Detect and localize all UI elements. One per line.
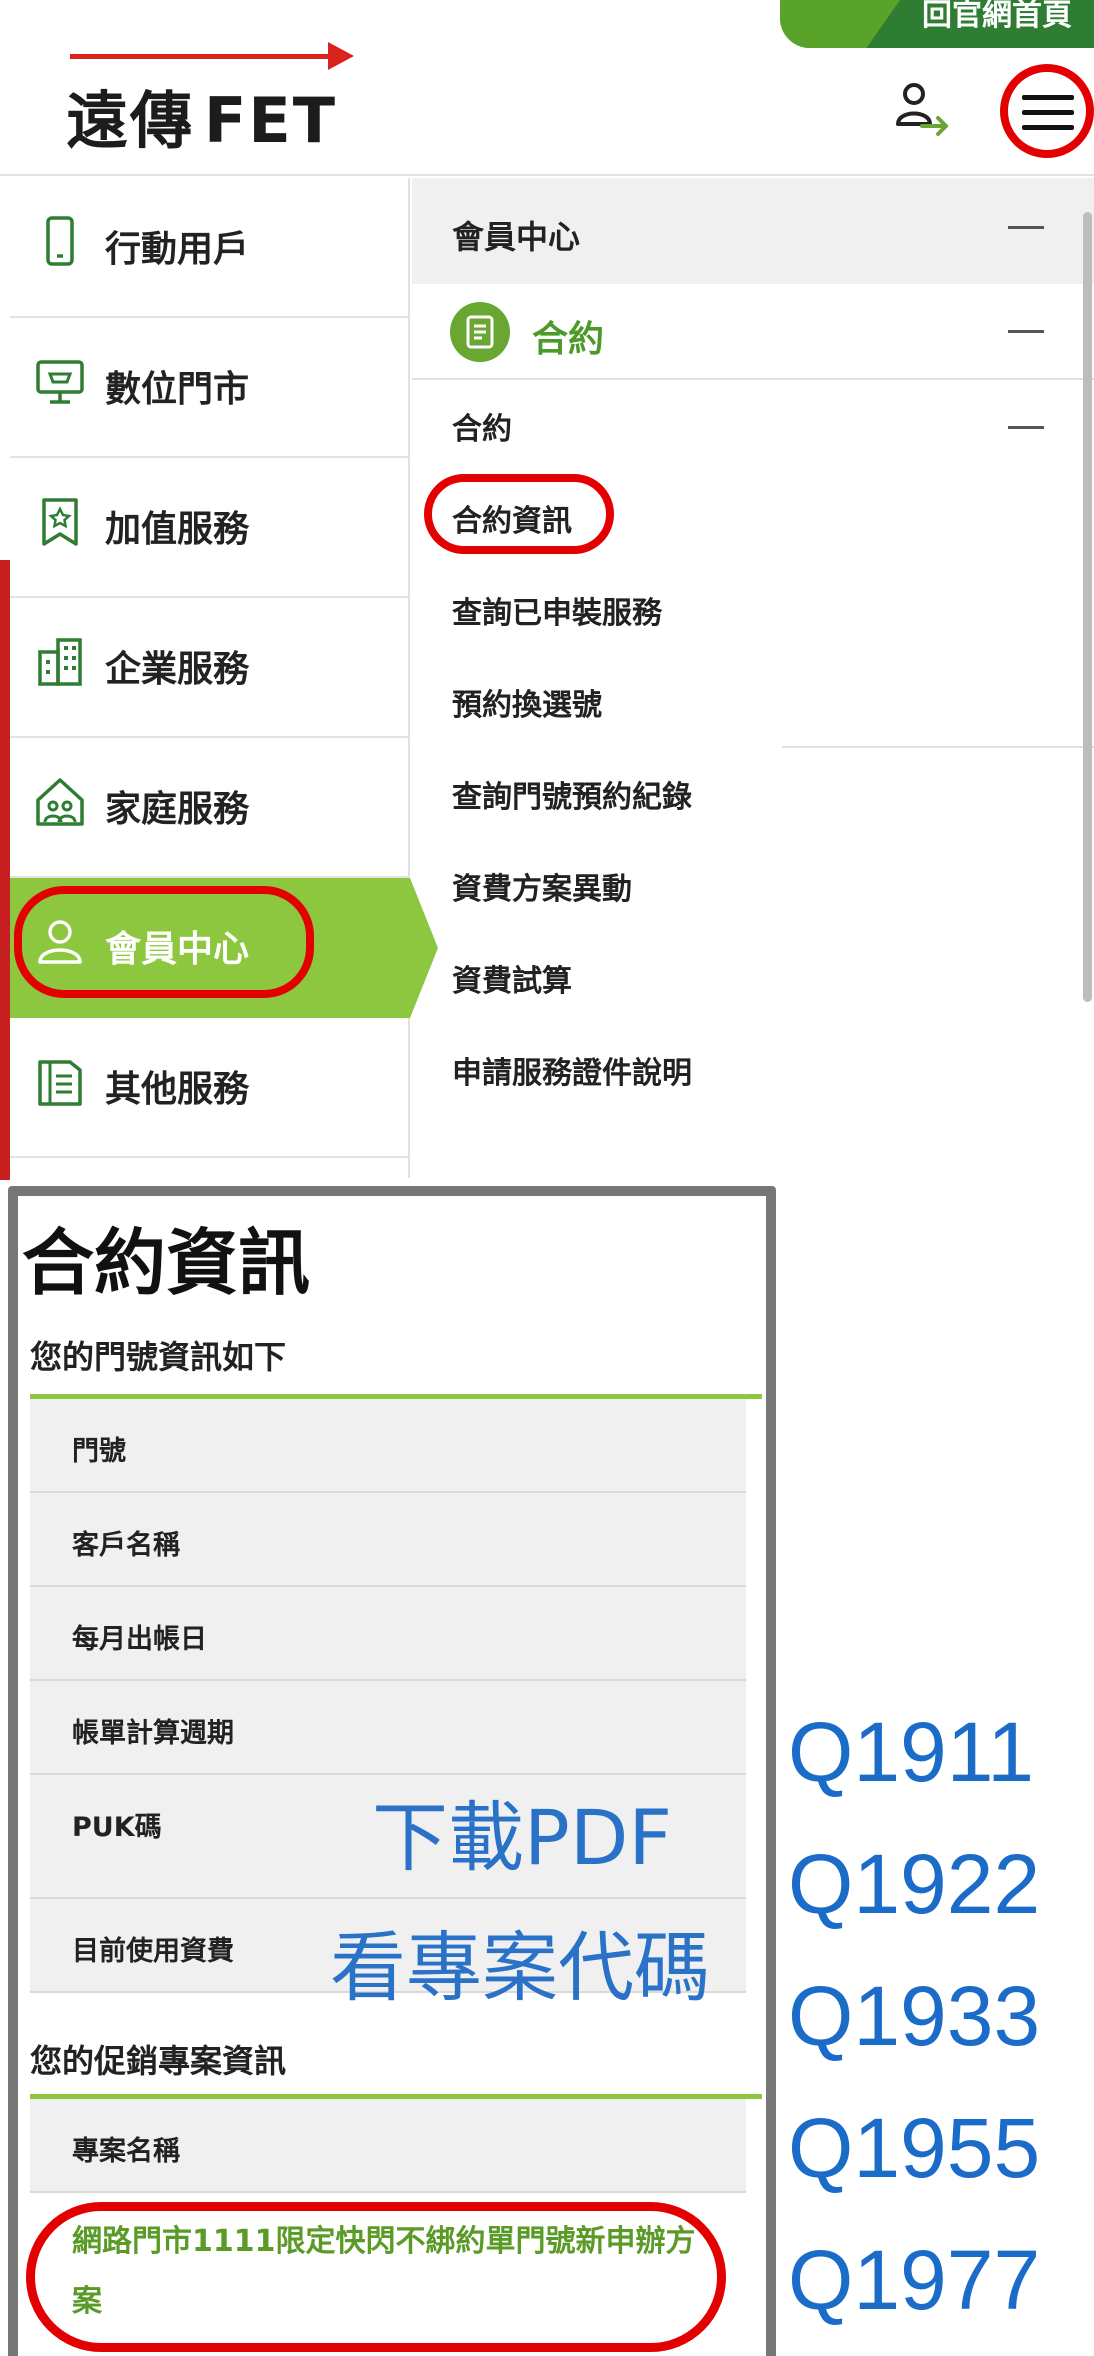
scrollbar[interactable] xyxy=(1083,212,1092,1002)
submenu-subheader[interactable]: 合約 xyxy=(452,404,512,448)
submenu-link-contract-info[interactable]: 合約資訊 xyxy=(452,496,572,540)
table-row: 客戶名稱 xyxy=(30,1493,746,1587)
home-family-icon xyxy=(36,778,84,826)
background-red-strip xyxy=(0,560,10,1180)
nav-item-mobile[interactable]: 行動用戶 xyxy=(10,178,410,318)
table-row: 帳單計算週期 xyxy=(30,1681,746,1775)
submenu-header[interactable]: 會員中心 xyxy=(412,178,1094,284)
nav-item-member-center[interactable]: 會員中心 xyxy=(10,878,438,1018)
hamburger-menu-button[interactable] xyxy=(1000,64,1094,158)
table-row: 每月出帳日 xyxy=(30,1587,746,1681)
nav-item-other[interactable]: 其他服務 xyxy=(10,1018,410,1158)
nav-item-enterprise[interactable]: 企業服務 xyxy=(10,598,410,738)
collapse-icon[interactable] xyxy=(1008,330,1044,333)
member-icon xyxy=(38,920,82,964)
contract-document-icon xyxy=(450,302,510,362)
fet-logo[interactable]: 遠傳 FET xyxy=(66,36,366,157)
annotation-code: Q1977 xyxy=(788,2233,1041,2327)
site-header: 遠傳 FET xyxy=(0,0,1094,176)
annotation-code: Q1933 xyxy=(788,1969,1041,2063)
annotation-download-pdf: 下載PDF xyxy=(372,1793,673,1882)
section-label-number-info: 您的門號資訊如下 xyxy=(30,1338,287,1376)
submenu-link-rate-calculator[interactable]: 資費試算 xyxy=(452,956,572,1000)
nav-item-digital-store[interactable]: 數位門市 xyxy=(10,318,410,458)
main-nav: 行動用戶 數位門市 加值服務 企業服務 家庭服務 會員中心 其他服務 xyxy=(10,178,438,1178)
bookmark-star-icon xyxy=(42,498,78,546)
annotation-view-code: 看專案代碼 xyxy=(330,1923,710,2012)
digital-store-icon xyxy=(36,360,84,404)
user-login-icon[interactable] xyxy=(892,80,952,140)
highlight-circle xyxy=(26,2202,726,2352)
logo-brand-text: FET xyxy=(204,84,338,157)
submenu-link-applied-services[interactable]: 查詢已申裝服務 xyxy=(452,588,662,632)
annotation-code: Q1911 xyxy=(788,1705,1034,1799)
submenu-category-contract[interactable]: 合約 xyxy=(412,284,1094,380)
page-title: 合約資訊 xyxy=(22,1221,311,1305)
logo-chinese-text: 遠傳 xyxy=(66,84,195,157)
table-header-row: 專案名稱 xyxy=(30,2099,746,2193)
annotation-code: Q1955 xyxy=(788,2101,1041,2195)
submenu-link-reservation-records[interactable]: 查詢門號預約紀錄 xyxy=(452,772,692,816)
collapse-icon[interactable] xyxy=(1008,426,1044,429)
submenu-category-label: 合約 xyxy=(532,319,605,360)
table-row: 門號 xyxy=(30,1399,746,1493)
nav-item-home[interactable]: 家庭服務 xyxy=(10,738,410,878)
section-label-promo-info: 您的促銷專案資訊 xyxy=(30,2042,287,2080)
submenu-header-label: 會員中心 xyxy=(452,218,581,256)
mobile-phone-icon xyxy=(46,216,74,266)
nav-item-value-added[interactable]: 加值服務 xyxy=(10,458,410,598)
submenu-link-number-reservation[interactable]: 預約換選號 xyxy=(452,680,602,724)
collapse-icon[interactable] xyxy=(1008,226,1044,229)
submenu-link-document-guide[interactable]: 申請服務證件說明 xyxy=(452,1048,692,1092)
book-icon xyxy=(38,1060,82,1106)
buildings-icon xyxy=(38,638,82,686)
annotation-code: Q1922 xyxy=(788,1837,1041,1931)
submenu-link-plan-change[interactable]: 資費方案異動 xyxy=(452,864,632,908)
submenu-panel: 會員中心 合約 合約 合約資訊 查詢已申裝服務 預約換選號 查詢門號預約紀錄 資… xyxy=(412,178,1094,1178)
